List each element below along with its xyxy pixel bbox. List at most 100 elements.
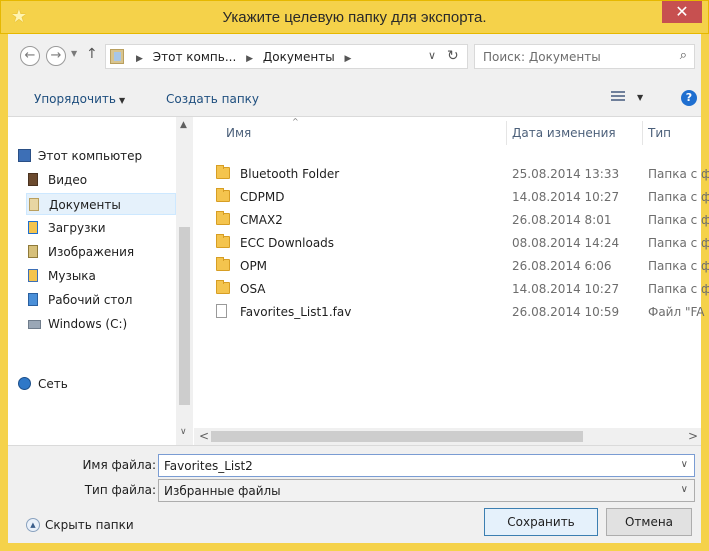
scroll-down-icon[interactable]: ∨ — [180, 427, 187, 437]
breadcrumb-documents[interactable]: Документы — [263, 50, 335, 64]
sidebar-item-videos[interactable]: Видео — [26, 169, 176, 191]
sort-ascending-icon: ^ — [292, 117, 299, 126]
file-name: CMAX2 — [240, 213, 283, 227]
file-name: OSA — [240, 282, 266, 296]
title-bar: ★ Укажите целевую папку для экспорта. ✕ — [0, 0, 709, 34]
recent-locations-dropdown[interactable]: ▼ — [71, 49, 77, 58]
window-title: Укажите целевую папку для экспорта. — [222, 9, 487, 26]
sidebar-item-drive-c[interactable]: Windows (C:) — [26, 313, 176, 335]
navigation-scrollbar[interactable]: ▲ ∨ — [176, 117, 193, 445]
scrollbar-thumb[interactable] — [211, 431, 583, 442]
sidebar-item-label: Сеть — [38, 377, 68, 391]
chevron-down-icon: ∨ — [680, 484, 688, 495]
hide-folders-button[interactable]: Скрыть папки — [45, 518, 134, 532]
scrollbar-thumb[interactable] — [179, 227, 190, 405]
search-placeholder: Поиск: Документы — [483, 50, 601, 64]
command-bar: Упорядочить ▼ Создать папку ▼ ? — [8, 84, 701, 114]
back-arrow-icon: ← — [24, 48, 36, 63]
help-icon[interactable]: ? — [681, 90, 697, 106]
file-date: 26.08.2014 8:01 — [512, 213, 612, 227]
search-input[interactable]: Поиск: Документы ⌕ — [474, 44, 695, 69]
close-button[interactable]: ✕ — [662, 1, 702, 23]
table-row[interactable]: OSA 14.08.2014 10:27 Папка с ф — [206, 278, 709, 300]
filetype-value: Избранные файлы — [164, 484, 281, 498]
videos-icon — [28, 173, 38, 186]
table-row[interactable]: CMAX2 26.08.2014 8:01 Папка с ф — [206, 209, 709, 231]
sidebar-item-label: Этот компьютер — [38, 149, 143, 163]
file-type: Папка с ф — [648, 282, 709, 296]
refresh-icon[interactable]: ↻ — [447, 48, 459, 64]
address-bar[interactable]: ▶ Этот компь... ▶ Документы ▶ ∨ ↻ — [105, 44, 468, 69]
collapse-icon[interactable]: ▲ — [26, 518, 40, 532]
column-divider[interactable] — [506, 121, 507, 145]
filetype-select[interactable]: Избранные файлы ∨ — [158, 479, 695, 502]
folder-icon — [216, 188, 230, 202]
file-type: Папка с ф — [648, 236, 709, 250]
organize-button[interactable]: Упорядочить ▼ — [34, 92, 125, 106]
file-name: CDPMD — [240, 190, 285, 204]
sidebar-item-label: Рабочий стол — [48, 293, 133, 307]
file-date: 14.08.2014 10:27 — [512, 282, 620, 296]
scroll-up-icon[interactable]: ▲ — [180, 120, 187, 130]
sidebar-item-downloads[interactable]: Загрузки — [26, 217, 176, 239]
table-row[interactable]: CDPMD 14.08.2014 10:27 Папка с ф — [206, 186, 709, 208]
sidebar-item-network[interactable]: Сеть — [16, 373, 176, 395]
sidebar-item-this-pc[interactable]: Этот компьютер — [16, 145, 176, 167]
sidebar-item-desktop[interactable]: Рабочий стол — [26, 289, 176, 311]
dialog-body: ← → ▼ ↑ ▶ Этот компь... ▶ Документы ▶ ∨ … — [8, 34, 709, 543]
file-date: 25.08.2014 13:33 — [512, 167, 620, 181]
horizontal-scrollbar[interactable]: < > — [194, 428, 701, 445]
view-dropdown-icon[interactable]: ▼ — [637, 93, 643, 102]
breadcrumb-this-pc[interactable]: Этот компь... — [153, 50, 237, 64]
dialog-footer: ▲ Скрыть папки Сохранить Отмена — [8, 508, 701, 543]
table-row[interactable]: Favorites_List1.fav 26.08.2014 10:59 Фай… — [206, 301, 705, 323]
breadcrumb-separator[interactable]: ▶ — [339, 54, 358, 64]
sidebar-item-label: Музыка — [48, 269, 96, 283]
table-row[interactable]: OPM 26.08.2014 6:06 Папка с ф — [206, 255, 709, 277]
folder-icon — [216, 280, 230, 294]
sidebar-item-label: Windows (C:) — [48, 317, 128, 331]
new-folder-button[interactable]: Создать папку — [166, 92, 259, 106]
search-icon[interactable]: ⌕ — [680, 48, 687, 63]
save-button[interactable]: Сохранить — [484, 508, 598, 536]
sidebar-item-music[interactable]: Музыка — [26, 265, 176, 287]
sidebar-item-pictures[interactable]: Изображения — [26, 241, 176, 263]
file-name: ECC Downloads — [240, 236, 335, 250]
table-row[interactable]: ECC Downloads 08.08.2014 14:24 Папка с ф — [206, 232, 709, 254]
breadcrumb-separator[interactable]: ▶ — [240, 54, 259, 64]
scroll-left-icon[interactable]: < — [199, 429, 209, 443]
navigation-pane: Этот компьютер Видео Документы Загрузки … — [8, 117, 193, 445]
chevron-down-icon[interactable]: ∨ — [681, 459, 688, 470]
file-type: Папка с ф — [648, 213, 709, 227]
forward-arrow-icon: → — [50, 48, 62, 63]
sidebar-item-documents[interactable]: Документы — [26, 193, 176, 215]
folder-icon — [216, 165, 230, 179]
filename-input[interactable]: Favorites_List2 ∨ — [158, 454, 695, 477]
column-divider[interactable] — [642, 121, 643, 145]
column-header-name[interactable]: Имя — [226, 126, 251, 140]
pictures-icon — [28, 245, 38, 258]
folder-icon — [216, 234, 230, 248]
filetype-label: Тип файла: — [84, 483, 156, 497]
forward-button[interactable]: → — [46, 46, 66, 66]
file-date: 08.08.2014 14:24 — [512, 236, 620, 250]
file-name: Favorites_List1.fav — [240, 305, 352, 319]
filename-label: Имя файла: — [82, 458, 156, 472]
scroll-right-icon[interactable]: > — [688, 429, 698, 443]
chevron-down-icon: ▼ — [118, 96, 126, 105]
column-header-date[interactable]: Дата изменения — [512, 126, 616, 140]
file-icon — [216, 304, 227, 318]
breadcrumb: ▶ Этот компь... ▶ Документы ▶ — [130, 50, 357, 64]
network-icon — [18, 377, 31, 390]
sidebar-item-label: Изображения — [48, 245, 135, 259]
cancel-button[interactable]: Отмена — [606, 508, 692, 536]
view-options-icon[interactable] — [611, 91, 625, 105]
up-folder-button[interactable]: ↑ — [86, 46, 98, 62]
file-type: Папка с ф — [648, 167, 709, 181]
breadcrumb-separator[interactable]: ▶ — [130, 54, 149, 64]
desktop-icon — [28, 293, 38, 306]
back-button[interactable]: ← — [20, 46, 40, 66]
column-header-type[interactable]: Тип — [648, 126, 671, 140]
table-row[interactable]: Bluetooth Folder 25.08.2014 13:33 Папка … — [206, 163, 709, 185]
address-dropdown-icon[interactable]: ∨ — [428, 49, 436, 62]
